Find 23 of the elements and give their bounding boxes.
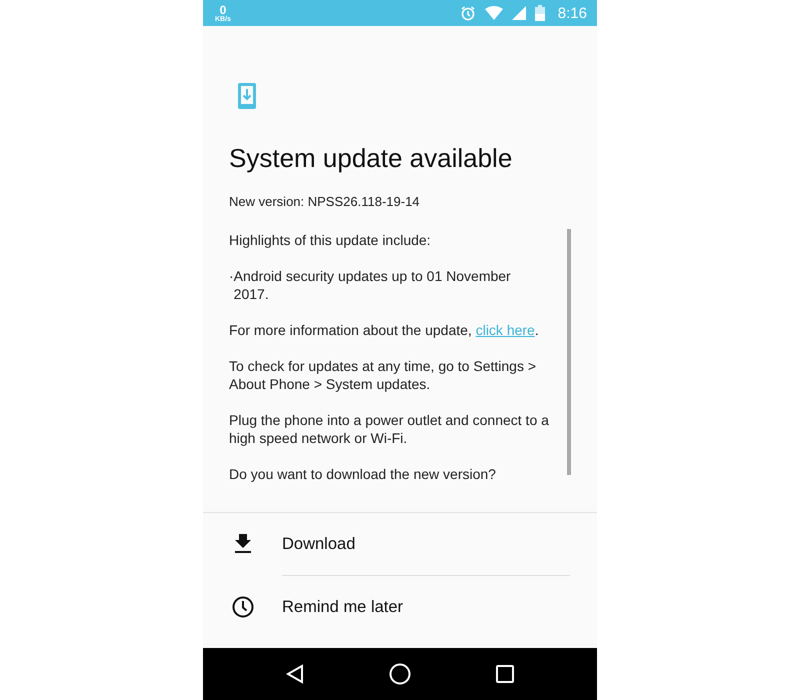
clock-time: 8:16 bbox=[558, 4, 587, 22]
paragraph: For more information about the update, click here. bbox=[229, 321, 540, 339]
paragraph: Highlights of this update include: bbox=[229, 231, 432, 249]
list-item-text: Android security updates up to 01 November 2017. bbox=[234, 267, 512, 303]
alarm-icon bbox=[460, 5, 476, 21]
dialog-title: System update available bbox=[229, 143, 514, 174]
paragraph: To check for updates at any time, go to Settings > About Phone > System updates. bbox=[229, 357, 538, 393]
download-icon bbox=[232, 534, 254, 554]
action-item[interactable]: Download bbox=[203, 513, 597, 575]
network-speed: 0 bbox=[220, 4, 226, 16]
back-icon[interactable] bbox=[286, 664, 304, 684]
clock-icon bbox=[232, 596, 254, 618]
paragraph: Do you want to download the new version? bbox=[229, 465, 497, 483]
home-icon[interactable] bbox=[388, 663, 411, 685]
phone-download-icon bbox=[238, 83, 256, 109]
recents-icon[interactable] bbox=[496, 665, 514, 683]
action-item[interactable]: Remind me later bbox=[203, 576, 597, 638]
signal-icon bbox=[512, 6, 526, 20]
battery-icon bbox=[534, 5, 545, 21]
version-text: New version: NPSS26.118-19-14 bbox=[229, 194, 421, 209]
paragraph: Plug the phone into a power outlet and connect to a high speed network or Wi-Fi. bbox=[229, 411, 549, 447]
wifi-icon bbox=[484, 6, 503, 20]
bullet: · bbox=[229, 267, 234, 286]
